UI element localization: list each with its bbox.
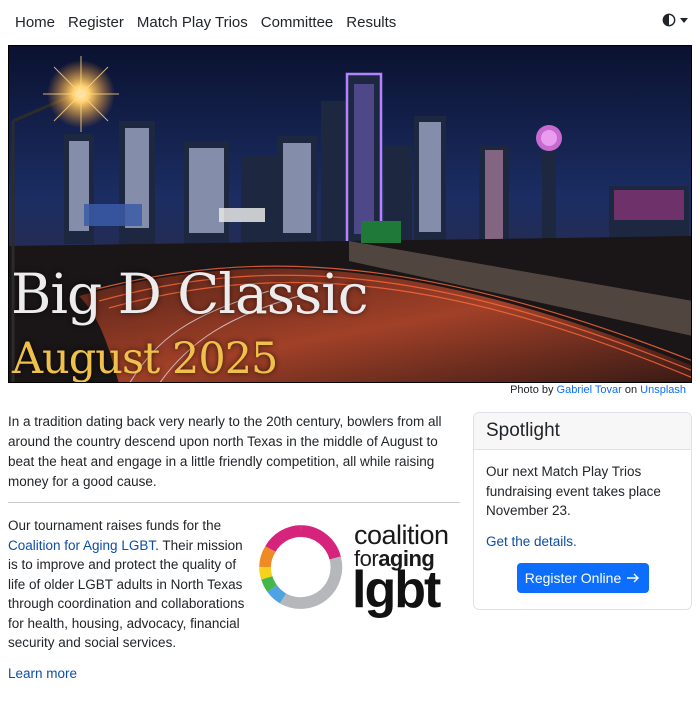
coalition-link[interactable]: Coalition for Aging LGBT xyxy=(8,538,155,553)
credit-site-link[interactable]: Unsplash xyxy=(640,384,686,396)
theme-toggle[interactable] xyxy=(662,13,688,27)
navbar: Home Register Match Play Trios Committee… xyxy=(0,0,700,44)
main-content: In a tradition dating back very nearly t… xyxy=(8,412,460,681)
hero-subtitle: August 2025 xyxy=(12,334,278,383)
funds-pre: Our tournament raises funds for the xyxy=(8,518,222,533)
spotlight-card: Spotlight Our next Match Play Trios fund… xyxy=(473,412,692,610)
register-online-button[interactable]: Register Online xyxy=(516,562,649,593)
spotlight-text: Our next Match Play Trios fundraising ev… xyxy=(486,464,661,518)
spotlight-body: Our next Match Play Trios fundraising ev… xyxy=(474,450,691,605)
credit-author-link[interactable]: Gabriel Tovar xyxy=(557,384,622,396)
nav-home[interactable]: Home xyxy=(15,14,55,31)
funds-paragraph: Our tournament raises funds for the Coal… xyxy=(8,516,248,653)
spotlight-header: Spotlight xyxy=(474,413,691,450)
details-link[interactable]: Get the details. xyxy=(486,534,679,549)
hero-title: Big D Classic xyxy=(11,262,369,326)
hero-banner: Big D Classic August 2025 xyxy=(8,45,692,383)
photo-credit: Photo by Gabriel Tovar on Unsplash xyxy=(510,384,686,396)
learn-more-link[interactable]: Learn more xyxy=(8,666,77,681)
arrow-right-icon xyxy=(627,573,640,582)
logo-ring-icon xyxy=(259,525,343,609)
credit-prefix: Photo by xyxy=(510,384,554,396)
funds-post: . Their mission is to improve and protec… xyxy=(8,537,245,651)
divider xyxy=(8,502,460,503)
logo-text-lgbt: lgbt xyxy=(352,561,441,619)
contrast-half-circle-icon xyxy=(662,13,676,27)
nav-match-play-trios[interactable]: Match Play Trios xyxy=(137,14,248,31)
coalition-logo: coalition foraging lgbt xyxy=(256,520,466,630)
credit-on: on xyxy=(624,384,638,396)
hero-image xyxy=(9,46,691,382)
nav-results[interactable]: Results xyxy=(346,14,396,31)
chevron-down-icon xyxy=(680,17,688,23)
register-online-label: Register Online xyxy=(524,569,622,586)
nav-committee[interactable]: Committee xyxy=(261,14,334,31)
intro-paragraph: In a tradition dating back very nearly t… xyxy=(8,414,442,489)
nav-register[interactable]: Register xyxy=(68,14,124,31)
